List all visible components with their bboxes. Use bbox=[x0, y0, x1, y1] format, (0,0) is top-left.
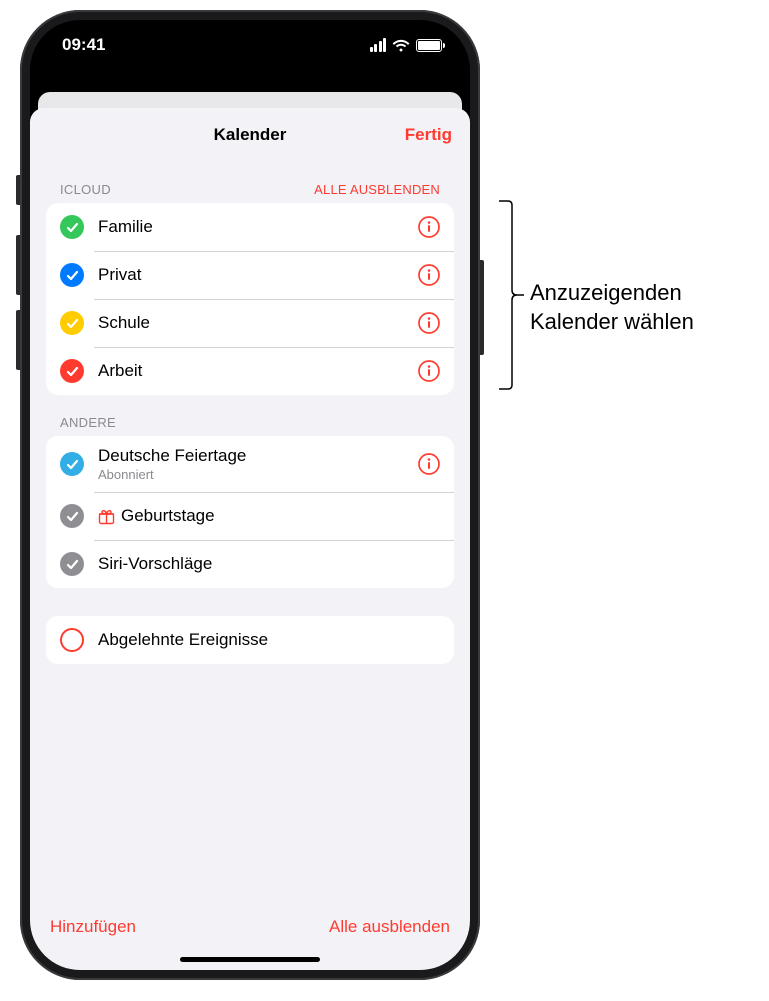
status-time: 09:41 bbox=[62, 35, 105, 55]
andere-list: Deutsche Feiertage Abonniert Geburt bbox=[46, 436, 454, 588]
callout-text: Anzuzeigenden Kalender wählen bbox=[530, 279, 694, 336]
phone-frame: 09:41 Kalender Fertig ICLOUD ALLE AUSBLE… bbox=[20, 10, 480, 980]
modal-header: Kalender Fertig bbox=[30, 108, 470, 162]
info-icon[interactable] bbox=[418, 312, 440, 334]
cellular-icon bbox=[370, 38, 387, 52]
section-header-andere: ANDERE bbox=[46, 395, 454, 436]
add-calendar-button[interactable]: Hinzufügen bbox=[50, 917, 136, 937]
calendar-label: Geburtstage bbox=[98, 506, 440, 526]
gift-icon bbox=[98, 508, 115, 525]
info-icon[interactable] bbox=[418, 453, 440, 475]
calendar-label: Privat bbox=[98, 265, 418, 285]
home-indicator[interactable] bbox=[180, 957, 320, 962]
calendar-label: Deutsche Feiertage bbox=[98, 446, 418, 466]
checkmark-icon[interactable] bbox=[60, 359, 84, 383]
section-label: ICLOUD bbox=[60, 182, 111, 197]
checkmark-icon[interactable] bbox=[60, 263, 84, 287]
checkmark-icon[interactable] bbox=[60, 552, 84, 576]
calendar-row-feiertage[interactable]: Deutsche Feiertage Abonniert bbox=[46, 436, 454, 492]
calendar-label: Schule bbox=[98, 313, 418, 333]
callout-bracket bbox=[498, 200, 524, 390]
section-label: ANDERE bbox=[60, 415, 116, 430]
hide-all-button[interactable]: Alle ausblenden bbox=[329, 917, 450, 937]
calendar-row-siri[interactable]: Siri-Vorschläge bbox=[46, 540, 454, 588]
calendar-row-privat[interactable]: Privat bbox=[46, 251, 454, 299]
calendar-row-schule[interactable]: Schule bbox=[46, 299, 454, 347]
checkmark-icon[interactable] bbox=[60, 452, 84, 476]
status-indicators bbox=[370, 38, 443, 52]
calendars-modal: Kalender Fertig ICLOUD ALLE AUSBLENDEN F… bbox=[30, 108, 470, 970]
calendar-row-declined[interactable]: Abgelehnte Ereignisse bbox=[46, 616, 454, 664]
hide-all-icloud-button[interactable]: ALLE AUSBLENDEN bbox=[314, 182, 440, 197]
icloud-list: Familie Privat Schule bbox=[46, 203, 454, 395]
checkmark-icon[interactable] bbox=[60, 215, 84, 239]
calendar-label: Abgelehnte Ereignisse bbox=[98, 630, 440, 650]
calendar-row-arbeit[interactable]: Arbeit bbox=[46, 347, 454, 395]
dynamic-island bbox=[190, 36, 310, 68]
done-button[interactable]: Fertig bbox=[405, 125, 452, 145]
battery-icon bbox=[416, 39, 442, 52]
modal-content[interactable]: ICLOUD ALLE AUSBLENDEN Familie bbox=[30, 162, 470, 906]
calendar-label: Siri-Vorschläge bbox=[98, 554, 440, 574]
checkmark-icon[interactable] bbox=[60, 311, 84, 335]
calendar-sublabel: Abonniert bbox=[98, 467, 418, 482]
calendar-label: Familie bbox=[98, 217, 418, 237]
calendar-row-familie[interactable]: Familie bbox=[46, 203, 454, 251]
section-header-icloud: ICLOUD ALLE AUSBLENDEN bbox=[46, 162, 454, 203]
checkmark-icon[interactable] bbox=[60, 504, 84, 528]
phone-power-button bbox=[480, 260, 484, 355]
unchecked-circle-icon[interactable] bbox=[60, 628, 84, 652]
wifi-icon bbox=[392, 38, 410, 52]
calendar-label: Arbeit bbox=[98, 361, 418, 381]
info-icon[interactable] bbox=[418, 360, 440, 382]
phone-screen: 09:41 Kalender Fertig ICLOUD ALLE AUSBLE… bbox=[30, 20, 470, 970]
declined-list: Abgelehnte Ereignisse bbox=[46, 616, 454, 664]
calendar-row-geburtstage[interactable]: Geburtstage bbox=[46, 492, 454, 540]
modal-title: Kalender bbox=[214, 125, 287, 145]
info-icon[interactable] bbox=[418, 264, 440, 286]
info-icon[interactable] bbox=[418, 216, 440, 238]
